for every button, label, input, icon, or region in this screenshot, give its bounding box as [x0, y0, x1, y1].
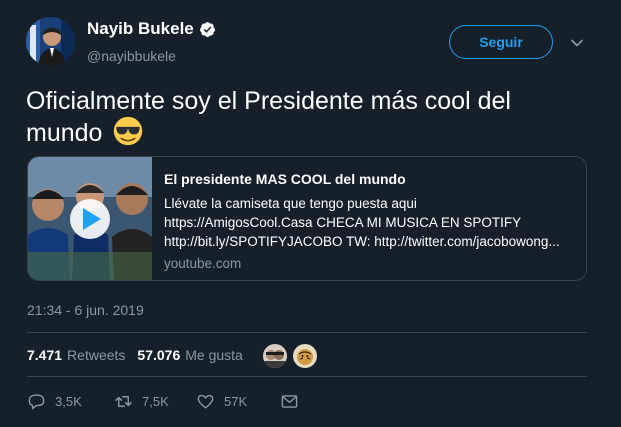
reply-button[interactable]: 3,5K	[27, 392, 114, 411]
verified-badge-icon	[199, 21, 215, 37]
likes-label[interactable]: Me gusta	[185, 347, 243, 363]
liker-avatar[interactable]	[262, 343, 288, 369]
card-description-line: http://bit.ly/SPOTIFYJACOBO TW: http://t…	[164, 234, 560, 249]
envelope-icon	[281, 395, 298, 408]
retweet-icon	[115, 396, 132, 407]
direct-message-button[interactable]	[280, 392, 308, 411]
retweet-button[interactable]: 7,5K	[114, 392, 196, 411]
author-name[interactable]: Nayib Bukele	[87, 19, 216, 39]
more-options-chevron-icon[interactable]	[570, 36, 584, 50]
likers-avatars	[262, 343, 318, 369]
tweet-timestamp[interactable]: 21:34 - 6 jun. 2019	[27, 302, 144, 318]
divider	[27, 332, 587, 333]
tweet-text-content: Oficialmente soy el Presidente más cool …	[26, 87, 511, 147]
tweet-stats: 7.471 Retweets 57.076 Me gusta	[27, 347, 255, 363]
like-button[interactable]: 57K	[196, 392, 280, 411]
reply-count: 3,5K	[55, 394, 82, 409]
card-description-line: Llévate la camiseta que tengo puesta aqu…	[164, 196, 417, 211]
author-handle[interactable]: @nayibbukele	[87, 48, 176, 64]
likes-count[interactable]: 57.076	[137, 347, 180, 363]
card-body: El presidente MAS COOL del mundo Llévate…	[164, 171, 574, 271]
sunglasses-emoji-icon	[114, 116, 143, 146]
reply-icon	[28, 394, 45, 410]
card-title: El presidente MAS COOL del mundo	[164, 171, 406, 187]
tweet-actions: 3,5K 7,5K 57K	[27, 392, 308, 411]
card-description-line: https://AmigosCool.Casa CHECA MI MUSICA …	[164, 215, 522, 230]
liker-avatar[interactable]	[292, 343, 318, 369]
retweet-count: 7,5K	[142, 394, 169, 409]
divider	[27, 376, 587, 377]
link-preview-card[interactable]: El presidente MAS COOL del mundo Llévate…	[27, 156, 587, 281]
author-avatar[interactable]	[26, 17, 75, 66]
author-avatar-image	[26, 17, 75, 66]
author-name-text: Nayib Bukele	[87, 19, 194, 38]
video-thumbnail[interactable]	[28, 157, 152, 280]
video-thumbnail-image	[28, 157, 152, 280]
retweets-count[interactable]: 7.471	[27, 347, 62, 363]
card-domain: youtube.com	[164, 256, 242, 271]
retweets-label[interactable]: Retweets	[67, 347, 125, 363]
follow-button[interactable]: Seguir	[449, 25, 553, 59]
like-count: 57K	[224, 394, 248, 409]
tweet-text: Oficialmente soy el Presidente más cool …	[26, 86, 586, 148]
card-description: Llévate la camiseta que tengo puesta aqu…	[164, 194, 574, 251]
heart-icon	[197, 394, 214, 409]
